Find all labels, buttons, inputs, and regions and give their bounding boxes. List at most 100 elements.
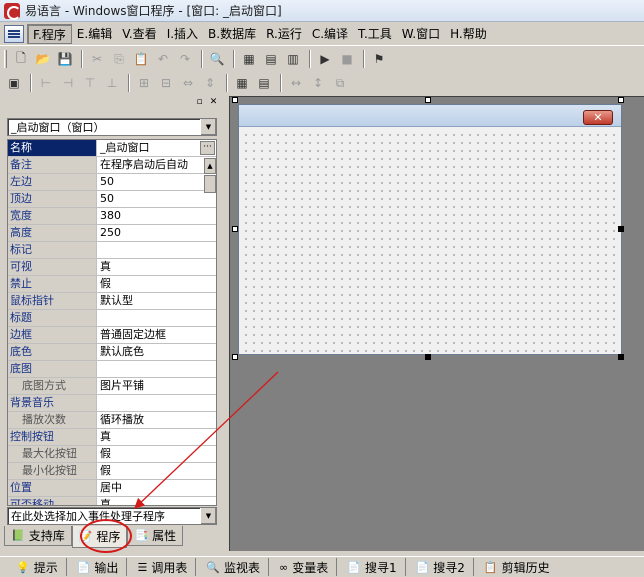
resize-handle-bottom[interactable]	[425, 354, 431, 360]
redo-icon[interactable]: ↷	[175, 49, 195, 69]
menu-database[interactable]: B.数据库	[203, 24, 261, 44]
new-file-icon[interactable]: 🗋	[11, 49, 31, 69]
property-value[interactable]: 真	[97, 259, 216, 275]
panel-close-icon[interactable]: ✕	[208, 98, 219, 108]
property-value[interactable]: 380	[97, 208, 216, 224]
status-search1[interactable]: 📄 搜寻1	[336, 558, 404, 576]
find-icon[interactable]: 🔍	[207, 49, 227, 69]
chevron-down-icon[interactable]: ▼	[200, 508, 216, 524]
resize-handle-right[interactable]	[618, 226, 624, 232]
property-row[interactable]: 位置 居中	[8, 480, 216, 497]
property-grid[interactable]: 名称 _启动窗口 ··· 备注 在程序启动后自动 左边 50 顶边 50 宽度 380 高度 250 标记…	[7, 139, 217, 506]
property-value[interactable]: 普通固定边框	[97, 327, 216, 343]
property-row[interactable]: 鼠标指针 默认型	[8, 293, 216, 310]
menu-help[interactable]: H.帮助	[445, 24, 492, 44]
property-row[interactable]: 高度 250	[8, 225, 216, 242]
object-selector[interactable]: _启动窗口（窗口） ▼	[7, 118, 217, 136]
property-row[interactable]: 可否移动真	[8, 497, 216, 505]
property-value[interactable]: 在程序启动后自动	[97, 157, 216, 173]
menu-program[interactable]: F.程序	[27, 23, 72, 44]
resize-handle-top[interactable]	[425, 97, 431, 103]
align-top-icon[interactable]: ⊤	[80, 73, 100, 93]
status-output[interactable]: 📄 输出	[65, 558, 127, 576]
align-right-icon[interactable]: ⊣	[58, 73, 78, 93]
same-width-icon[interactable]: ⇔	[178, 73, 198, 93]
property-value[interactable]	[97, 395, 216, 411]
property-value[interactable]: 假	[97, 463, 216, 479]
status-tip[interactable]: 💡 提示	[6, 558, 66, 576]
form-close-icon[interactable]: ✕	[583, 110, 613, 125]
form-preview[interactable]: ✕	[238, 104, 622, 355]
property-value[interactable]	[97, 242, 216, 258]
menu-view[interactable]: V.查看	[117, 24, 161, 44]
layout-window-icon[interactable]: ▦	[239, 49, 259, 69]
property-row[interactable]: 底图	[8, 361, 216, 378]
property-row[interactable]: 可视真	[8, 259, 216, 276]
property-value[interactable]: 循环播放	[97, 412, 216, 428]
layout-panel-icon[interactable]: ▤	[261, 49, 281, 69]
status-clipboard-history[interactable]: 📋 剪辑历史	[472, 558, 558, 576]
property-value[interactable]: 真	[97, 429, 216, 445]
scrollbar-thumb[interactable]	[204, 175, 216, 193]
form-design-grid[interactable]	[239, 128, 621, 354]
property-row[interactable]: 背景音乐	[8, 395, 216, 412]
stop-icon[interactable]: ■	[337, 49, 357, 69]
property-value[interactable]: 图片平铺	[97, 378, 216, 394]
property-value[interactable]: 50	[97, 191, 216, 207]
undo-icon[interactable]: ↶	[153, 49, 173, 69]
menu-insert[interactable]: I.插入	[162, 24, 203, 44]
grid-spacing-icon[interactable]: ▤	[254, 73, 274, 93]
property-row[interactable]: 左边 50	[8, 174, 216, 191]
tab-library[interactable]: 📗 支持库	[4, 526, 72, 546]
property-value[interactable]: 默认底色	[97, 344, 216, 360]
property-value[interactable]: _启动窗口 ···	[97, 140, 216, 156]
chevron-down-icon[interactable]: ▼	[200, 119, 216, 135]
status-search2[interactable]: 📄 搜寻2	[404, 558, 473, 576]
paste-icon[interactable]: 📋	[131, 49, 151, 69]
debug-icon[interactable]: ⚑	[369, 49, 389, 69]
resize-handle-left[interactable]	[232, 226, 238, 232]
resize-handle-bottom-right[interactable]	[618, 354, 624, 360]
property-value[interactable]: 真	[97, 497, 216, 505]
property-value[interactable]: 居中	[97, 480, 216, 496]
property-row[interactable]: 禁止假	[8, 276, 216, 293]
property-value[interactable]: 默认型	[97, 293, 216, 309]
property-value[interactable]: 50	[97, 174, 216, 190]
status-watch[interactable]: 🔍 监视表	[195, 558, 268, 576]
scroll-up-icon[interactable]: ▲	[204, 158, 216, 174]
status-variable[interactable]: ∞ 变量表	[268, 558, 336, 576]
property-row[interactable]: 标题	[8, 310, 216, 327]
same-height-icon[interactable]: ⇕	[200, 73, 220, 93]
panel-restore-icon[interactable]: ▫	[194, 98, 205, 108]
property-value[interactable]: 250	[97, 225, 216, 241]
v-spacing-icon[interactable]: ↕	[308, 73, 328, 93]
menu-compile[interactable]: C.编译	[307, 24, 353, 44]
property-row[interactable]: 播放次数 循环播放	[8, 412, 216, 429]
resize-handle-bottom-left[interactable]	[232, 354, 238, 360]
property-value[interactable]: 假	[97, 276, 216, 292]
open-folder-icon[interactable]: 📂	[33, 49, 53, 69]
properties-window-icon[interactable]: ▣	[4, 73, 24, 93]
align-bottom-icon[interactable]: ⊥	[102, 73, 122, 93]
ellipsis-button[interactable]: ···	[200, 141, 215, 155]
property-row[interactable]: 标记	[8, 242, 216, 259]
grid-align-icon[interactable]: ▦	[232, 73, 252, 93]
property-row[interactable]: 边框 普通固定边框	[8, 327, 216, 344]
property-row[interactable]: 控制按钮真	[8, 429, 216, 446]
center-vertical-icon[interactable]: ⊟	[156, 73, 176, 93]
property-row[interactable]: 顶边 50	[8, 191, 216, 208]
property-row[interactable]: 最小化按钮假	[8, 463, 216, 480]
h-spacing-icon[interactable]: ↔	[286, 73, 306, 93]
menu-edit[interactable]: E.编辑	[72, 24, 117, 44]
property-row[interactable]: 底图方式 图片平铺	[8, 378, 216, 395]
form-titlebar[interactable]: ✕	[239, 105, 621, 127]
resize-handle-top-right[interactable]	[618, 97, 624, 103]
menu-window[interactable]: W.窗口	[397, 24, 445, 44]
property-value[interactable]	[97, 361, 216, 377]
property-row[interactable]: 备注 在程序启动后自动	[8, 157, 216, 174]
copy-icon[interactable]: ⎘	[109, 49, 129, 69]
property-row[interactable]: 宽度 380	[8, 208, 216, 225]
save-icon[interactable]: 💾	[55, 49, 75, 69]
center-horizontal-icon[interactable]: ⊞	[134, 73, 154, 93]
property-row[interactable]: 最大化按钮假	[8, 446, 216, 463]
